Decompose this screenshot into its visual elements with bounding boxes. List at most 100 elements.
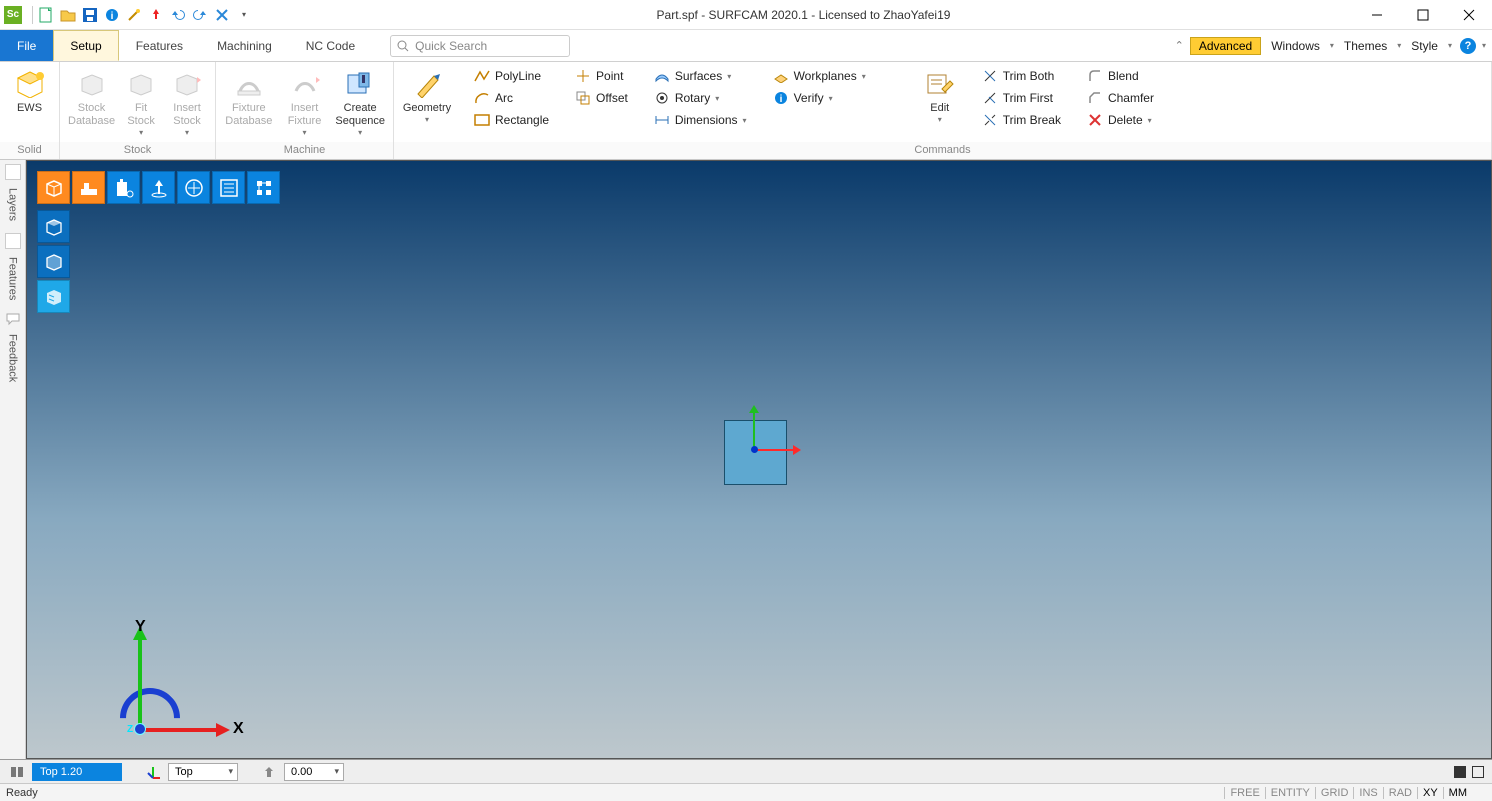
viewbar-depth-icon[interactable] [260, 763, 278, 781]
arc-button[interactable]: Arc [468, 88, 555, 108]
dock-feedback-label[interactable]: Feedback [7, 334, 19, 382]
part-origin [751, 446, 758, 453]
status-mm[interactable]: MM [1443, 787, 1472, 799]
search-input[interactable]: Quick Search [390, 35, 570, 57]
chamfer-button[interactable]: Chamfer [1081, 88, 1160, 108]
edit-button[interactable]: Edit ▾ [918, 66, 962, 126]
insert-fixture-button: Insert Fixture ▾ [278, 66, 332, 139]
dock-features-label[interactable]: Features [7, 257, 19, 300]
viewport-mode-1[interactable] [1454, 766, 1466, 778]
trim-break-button[interactable]: Trim Break [976, 110, 1067, 130]
chamfer-icon [1087, 90, 1103, 106]
dock-layers-label[interactable]: Layers [7, 188, 19, 221]
advanced-button[interactable]: Advanced [1190, 37, 1261, 55]
trim-first-icon [982, 90, 998, 106]
viewport[interactable]: X Y Z [26, 160, 1492, 759]
dimensions-icon [654, 112, 670, 128]
status-ins[interactable]: INS [1353, 787, 1382, 799]
view-select[interactable]: Top [168, 763, 238, 781]
tab-features[interactable]: Features [119, 30, 200, 61]
polyline-button[interactable]: PolyLine [468, 66, 555, 86]
viewtool-3[interactable] [107, 171, 140, 204]
rotary-button[interactable]: Rotary ▾ [648, 88, 753, 108]
point-button[interactable]: Point [569, 66, 634, 86]
undo-icon[interactable] [169, 6, 187, 24]
collapse-ribbon-icon[interactable]: ⌃ [1175, 39, 1184, 52]
menu-style[interactable]: Style [1407, 39, 1442, 53]
status-free[interactable]: FREE [1224, 787, 1264, 799]
close-icon[interactable] [213, 6, 231, 24]
part-y-axis [753, 411, 755, 449]
qat-dropdown-icon[interactable]: ▾ [235, 6, 253, 24]
dimensions-button[interactable]: Dimensions ▾ [648, 110, 753, 130]
status-entity[interactable]: ENTITY [1265, 787, 1315, 799]
menu-themes[interactable]: Themes [1340, 39, 1391, 53]
viewbar-chip[interactable]: Top 1.20 [32, 763, 122, 781]
viewport-mode-2[interactable] [1472, 766, 1484, 778]
offset-button[interactable]: Offset [569, 88, 634, 108]
tab-nccode[interactable]: NC Code [289, 30, 372, 61]
group-solid: EWS Solid [0, 62, 60, 159]
blend-button[interactable]: Blend [1081, 66, 1160, 86]
tab-setup[interactable]: Setup [53, 30, 118, 61]
ews-button[interactable]: EWS [6, 66, 53, 117]
help-icon[interactable]: ? [1460, 38, 1476, 54]
info-icon[interactable]: i [103, 6, 121, 24]
speech-icon[interactable] [6, 312, 20, 326]
rectangle-button[interactable]: Rectangle [468, 110, 555, 130]
tab-file[interactable]: File [0, 30, 53, 61]
geometry-button[interactable]: Geometry ▾ [400, 66, 454, 126]
viewtool-6[interactable] [212, 171, 245, 204]
info-circle-icon: i [773, 90, 789, 106]
database-icon [76, 71, 108, 97]
trim-first-button[interactable]: Trim First [976, 88, 1067, 108]
viewstack-2[interactable] [37, 245, 70, 278]
create-sequence-button[interactable]: Create Sequence ▾ [333, 66, 387, 139]
pin-icon[interactable] [147, 6, 165, 24]
workplanes-button[interactable]: Workplanes ▾ [767, 66, 872, 86]
blend-icon [1087, 68, 1103, 84]
viewtool-2[interactable] [72, 171, 105, 204]
close-button[interactable] [1446, 0, 1492, 30]
fixture-database-button: Fixture Database [222, 66, 276, 130]
trim-break-icon [982, 112, 998, 128]
rotary-icon [654, 90, 670, 106]
minimize-button[interactable] [1354, 0, 1400, 30]
viewstack-3[interactable] [37, 280, 70, 313]
delete-button[interactable]: Delete ▾ [1081, 110, 1160, 130]
viewtool-5[interactable] [177, 171, 210, 204]
window-title: Part.spf - SURFCAM 2020.1 - Licensed to … [253, 8, 1354, 22]
dock-features-button[interactable] [5, 233, 21, 249]
viewbar-axes-icon[interactable] [144, 763, 162, 781]
edit-icon [926, 71, 954, 97]
surfaces-button[interactable]: Surfaces ▾ [648, 66, 753, 86]
depth-input[interactable]: 0.00 [284, 763, 344, 781]
surfaces-icon [654, 68, 670, 84]
fit-stock-button: Fit Stock ▾ [119, 66, 163, 139]
quick-access-toolbar: i ▾ [37, 6, 253, 24]
maximize-button[interactable] [1400, 0, 1446, 30]
titlebar: Sc i ▾ Part.spf - SURFCAM 2020.1 - Licen… [0, 0, 1492, 30]
save-icon[interactable] [81, 6, 99, 24]
viewstack-1[interactable] [37, 210, 70, 243]
status-xy[interactable]: XY [1417, 787, 1443, 799]
status-grid[interactable]: GRID [1315, 787, 1354, 799]
new-icon[interactable] [37, 6, 55, 24]
viewtool-4[interactable] [142, 171, 175, 204]
redo-icon[interactable] [191, 6, 209, 24]
menu-windows[interactable]: Windows [1267, 39, 1324, 53]
sequence-icon [345, 71, 375, 97]
dock-layers-button[interactable] [5, 164, 21, 180]
arc-icon [474, 90, 490, 106]
verify-button[interactable]: iVerify ▾ [767, 88, 872, 108]
viewtool-7[interactable] [247, 171, 280, 204]
status-rad[interactable]: RAD [1383, 787, 1417, 799]
point-icon [575, 68, 591, 84]
tab-machining[interactable]: Machining [200, 30, 289, 61]
wand-icon[interactable] [125, 6, 143, 24]
viewbar-left-icon[interactable] [8, 763, 26, 781]
svg-text:i: i [779, 94, 782, 105]
viewtool-1[interactable] [37, 171, 70, 204]
trim-both-button[interactable]: Trim Both [976, 66, 1067, 86]
open-icon[interactable] [59, 6, 77, 24]
